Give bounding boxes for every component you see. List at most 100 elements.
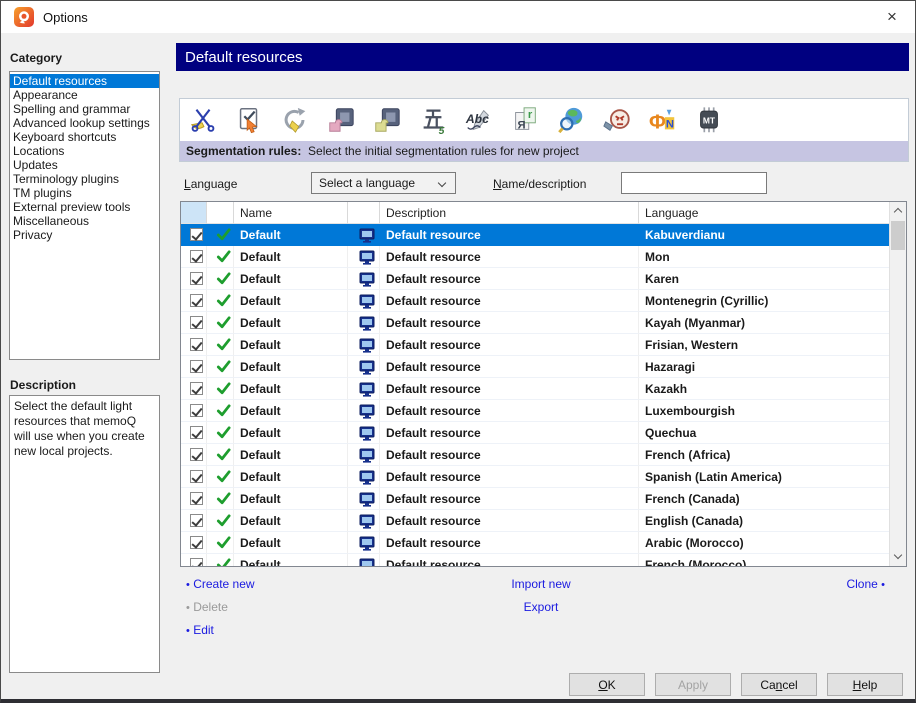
cancel-button[interactable]: Cancel [741,673,817,696]
export-link[interactable]: Export [401,600,681,614]
row-checkbox[interactable] [190,426,203,439]
table-row[interactable]: Default Default resource French (Canada) [181,488,889,510]
auto-correct-lists-icon[interactable] [371,104,403,136]
row-checkbox[interactable] [190,228,203,241]
scrollbar-thumb[interactable] [891,221,905,250]
row-checkbox[interactable] [190,536,203,549]
table-row[interactable]: Default Default resource French (Africa) [181,444,889,466]
row-checkbox[interactable] [190,514,203,527]
active-check-icon [216,316,231,329]
export-path-rules-icon[interactable]: Я r [509,104,541,136]
row-checkbox[interactable] [190,250,203,263]
delete-link[interactable]: • Delete [186,600,228,614]
table-row[interactable]: Default Default resource Quechua [181,422,889,444]
sidebar-item-locations[interactable]: Locations [10,144,159,158]
sidebar-item-tm-plugins[interactable]: TM plugins [10,186,159,200]
table-row[interactable]: Default Default resource Luxembourgish [181,400,889,422]
auto-translation-rules-icon[interactable] [279,104,311,136]
table-row[interactable]: Default Default resource Kabuverdianu [181,224,889,246]
vertical-scrollbar[interactable] [889,202,906,566]
row-checkbox[interactable] [190,404,203,417]
non-translatable-lists-icon[interactable] [325,104,357,136]
row-name: Default [234,268,348,290]
sidebar-item-default-resources[interactable]: Default resources [10,74,159,88]
local-resource-icon [359,536,374,551]
col-name-header[interactable]: Name [234,202,348,224]
svg-text:N: N [666,119,674,131]
row-description: Default resource [380,312,639,334]
row-name: Default [234,488,348,510]
active-check-icon [216,360,231,373]
table-row[interactable]: Default Default resource French (Morocco… [181,554,889,566]
row-name: Default [234,422,348,444]
table-row[interactable]: Default Default resource Montenegrin (Cy… [181,290,889,312]
table-row[interactable]: Default Default resource Mon [181,246,889,268]
sidebar-item-appearance[interactable]: Appearance [10,88,159,102]
create-new-link[interactable]: • Create new [186,577,255,591]
row-checkbox[interactable] [190,470,203,483]
sidebar-item-privacy[interactable]: Privacy [10,228,159,242]
sidebar-item-updates[interactable]: Updates [10,158,159,172]
table-row[interactable]: Default Default resource English (Canada… [181,510,889,532]
row-description: Default resource [380,356,639,378]
clone-link[interactable]: Clone • [846,577,885,591]
close-button[interactable]: × [869,1,915,32]
language-select[interactable]: Select a language [311,172,456,194]
row-checkbox[interactable] [190,294,203,307]
active-check-icon [216,250,231,263]
active-check-icon [216,228,231,241]
title-bar: Options × [1,1,915,33]
table-row[interactable]: Default Default resource Arabic (Morocco… [181,532,889,554]
table-row[interactable]: Default Default resource Hazaragi [181,356,889,378]
row-checkbox[interactable] [190,558,203,566]
apply-button[interactable]: Apply [655,673,731,696]
table-row[interactable]: Default Default resource Spanish (Latin … [181,466,889,488]
segmentation-rules-icon[interactable] [187,104,219,136]
language-label: Language [184,177,238,191]
row-checkbox[interactable] [190,360,203,373]
machine-translation-icon[interactable]: MT [693,104,725,136]
col-language-header[interactable]: Language [639,202,889,224]
local-resource-icon [359,448,374,463]
table-row[interactable]: Default Default resource Frisian, Wester… [181,334,889,356]
sidebar-item-external-preview-tools[interactable]: External preview tools [10,200,159,214]
active-check-icon [216,492,231,505]
edit-link[interactable]: • Edit [186,623,214,637]
row-checkbox[interactable] [190,316,203,329]
row-checkbox[interactable] [190,272,203,285]
row-checkbox[interactable] [190,338,203,351]
table-row[interactable]: Default Default resource Kayah (Myanmar) [181,312,889,334]
sidebar-item-advanced-lookup-settings[interactable]: Advanced lookup settings [10,116,159,130]
status-label: Segmentation rules: [186,144,302,158]
local-resource-icon [359,492,374,507]
col-type-header [348,202,380,224]
col-description-header[interactable]: Description [380,202,639,224]
lqa-models-icon[interactable] [601,104,633,136]
sidebar-item-miscellaneous[interactable]: Miscellaneous [10,214,159,228]
col-active-header [207,202,234,224]
scrollbar-down-button[interactable] [890,549,906,566]
help-button[interactable]: Help [827,673,903,696]
ignore-lists-icon[interactable]: Abc [463,104,495,136]
scrollbar-up-button[interactable] [890,202,906,219]
row-checkbox[interactable] [190,492,203,505]
qa-settings-icon[interactable] [233,104,265,136]
table-row[interactable]: Default Default resource Kazakh [181,378,889,400]
row-checkbox[interactable] [190,382,203,395]
number-formats-icon[interactable]: 5 [417,104,449,136]
sidebar-item-keyboard-shortcuts[interactable]: Keyboard shortcuts [10,130,159,144]
row-checkbox[interactable] [190,448,203,461]
row-language: Kabuverdianu [645,227,726,242]
import-new-link[interactable]: Import new [401,577,681,591]
font-substitution-icon[interactable]: Φ N [647,104,679,136]
active-check-icon [216,338,231,351]
sidebar-item-spelling-and-grammar[interactable]: Spelling and grammar [10,102,159,116]
name-description-input[interactable] [621,172,767,194]
name-description-label: Name/description [493,177,587,191]
sidebar-item-terminology-plugins[interactable]: Terminology plugins [10,172,159,186]
ok-button[interactable]: OK [569,673,645,696]
web-search-settings-icon[interactable] [555,104,587,136]
row-language: Kazakh [639,378,889,400]
active-check-icon [216,294,231,307]
table-row[interactable]: Default Default resource Karen [181,268,889,290]
